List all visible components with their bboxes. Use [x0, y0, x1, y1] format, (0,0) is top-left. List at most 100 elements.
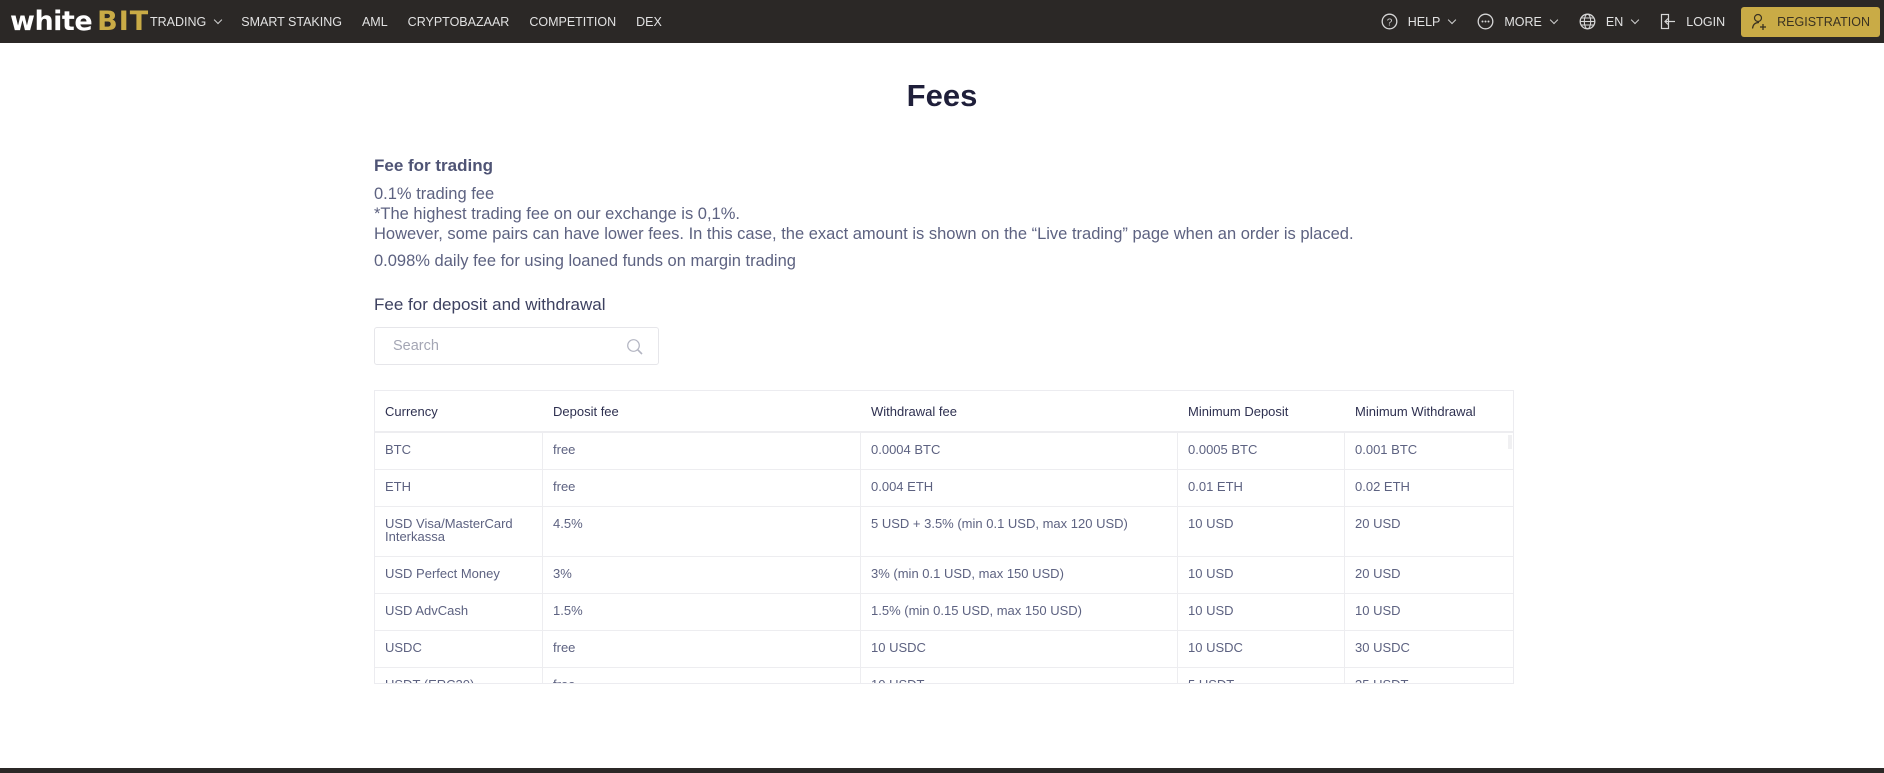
cell-minimum-withdrawal: 35 USDT [1345, 668, 1513, 683]
chevron-down-icon [1549, 15, 1559, 24]
search-input[interactable] [393, 338, 633, 354]
nav-competition[interactable]: COMPETITION [529, 15, 616, 29]
cell-deposit-fee: free [543, 668, 861, 683]
login-icon [1661, 13, 1676, 30]
cell-currency: USDT (ERC20) [375, 668, 543, 683]
whitebit-logo[interactable]: white BIT [10, 4, 149, 38]
deposit-withdrawal-heading: Fee for deposit and withdrawal [374, 295, 606, 314]
nav-dex[interactable]: DEX [636, 15, 662, 29]
more-label: MORE [1504, 14, 1542, 29]
search-icon[interactable] [626, 338, 644, 356]
table-row: USD Perfect Money 3% 3% (min 0.1 USD, ma… [375, 557, 1513, 594]
cell-minimum-deposit: 10 USD [1178, 507, 1345, 556]
table-header: Currency Deposit fee Withdrawal fee Mini… [375, 391, 1513, 433]
login-button[interactable]: LOGIN [1660, 13, 1725, 30]
cell-currency: USD AdvCash [375, 594, 543, 630]
nav-trading-label: TRADING [150, 14, 207, 29]
more-menu[interactable]: MORE [1477, 13, 1559, 30]
registration-label: REGISTRATION [1777, 14, 1870, 29]
cell-minimum-withdrawal: 20 USD [1355, 516, 1401, 531]
nav-trading[interactable]: TRADING [150, 14, 223, 29]
help-icon: ? [1381, 13, 1398, 30]
cell-minimum-deposit: 0.0005 BTC [1178, 433, 1345, 469]
cell-minimum-withdrawal: 0.02 ETH [1355, 479, 1410, 494]
cell-minimum-withdrawal: 10 USD [1355, 603, 1401, 618]
chevron-down-icon [1631, 15, 1640, 24]
cell-deposit-fee: 4.5% [543, 507, 861, 556]
cell-withdrawal-fee: 0.004 ETH [861, 470, 1178, 506]
fees-content: Fee for trading 0.1% trading fee *The hi… [374, 156, 1514, 315]
cell-deposit-fee: 3% [543, 557, 861, 593]
column-header-withdrawal-fee: Withdrawal fee [871, 403, 957, 419]
table-row: USD Visa/MasterCard Interkassa 4.5% 5 US… [375, 507, 1513, 557]
table-body: BTC free 0.0004 BTC 0.0005 BTC 0.001 BTC… [375, 433, 1513, 683]
trading-fee-heading: Fee for trading [374, 156, 494, 175]
table-scrollbar[interactable] [1508, 435, 1512, 449]
table-row: USDT (ERC20) free 10 USDT 5 USDT 35 USDT [375, 668, 1513, 683]
cell-withdrawal-fee: 10 USDC [861, 631, 1178, 667]
column-header-minimum-deposit: Minimum Deposit [1188, 403, 1289, 419]
chevron-down-icon [1448, 15, 1457, 24]
nav-aml-label: AML [361, 14, 388, 29]
cell-minimum-deposit: 5 USDT [1178, 668, 1345, 683]
language-label: EN [1605, 14, 1624, 29]
currency-search [374, 327, 659, 365]
fees-table: Currency Deposit fee Withdrawal fee Mini… [374, 390, 1514, 684]
help-menu[interactable]: ? HELP [1381, 13, 1457, 30]
table-row: USD AdvCash 1.5% 1.5% (min 0.15 USD, max… [375, 594, 1513, 631]
cell-withdrawal-fee: 0.0004 BTC [861, 433, 1178, 469]
cell-currency: ETH [375, 470, 543, 506]
nav-dex-label: DEX [636, 14, 662, 29]
help-label: HELP [1407, 14, 1441, 29]
cell-minimum-withdrawal: 0.001 BTC [1355, 442, 1418, 457]
nav-competition-label: COMPETITION [529, 14, 617, 29]
trading-fee-text: 0.1% trading fee [374, 185, 495, 203]
cell-withdrawal-fee: 3% (min 0.1 USD, max 150 USD) [861, 557, 1178, 593]
registration-button[interactable]: REGISTRATION [1741, 6, 1880, 37]
chevron-down-icon [214, 15, 223, 24]
footer-edge [0, 768, 1884, 773]
nav-smart-staking-label: SMART STAKING [241, 14, 342, 29]
cell-minimum-deposit: 10 USDC [1178, 631, 1345, 667]
nav-smart-staking[interactable]: SMART STAKING [241, 15, 342, 29]
cell-minimum-deposit: 10 USD [1178, 594, 1345, 630]
cell-withdrawal-fee: 10 USDT [861, 668, 1178, 683]
svg-text:?: ? [1386, 17, 1392, 28]
main-nav: TRADING SMART STAKING AML CRYPTOBAZAAR C… [150, 0, 682, 43]
cell-minimum-deposit: 0.01 ETH [1178, 470, 1345, 506]
cell-withdrawal-fee: 1.5% (min 0.15 USD, max 150 USD) [861, 594, 1178, 630]
trading-fee-note-detail: However, some pairs can have lower fees.… [374, 225, 1354, 243]
cell-deposit-fee: free [543, 631, 861, 667]
table-row: BTC free 0.0004 BTC 0.0005 BTC 0.001 BTC [375, 433, 1513, 470]
add-user-icon [1752, 13, 1767, 30]
cell-currency: USD Visa/MasterCard Interkassa [375, 507, 543, 556]
logo-text-accent: BIT [97, 5, 150, 37]
nav-aml[interactable]: AML [362, 15, 388, 29]
cell-currency: USD Perfect Money [375, 557, 543, 593]
trading-fee-note: *The highest trading fee on our exchange… [374, 205, 740, 223]
cell-minimum-deposit: 10 USD [1178, 557, 1345, 593]
column-header-minimum-withdrawal: Minimum Withdrawal [1355, 403, 1476, 419]
page-title: Fees [906, 78, 978, 113]
login-label: LOGIN [1686, 14, 1726, 29]
column-header-deposit-fee: Deposit fee [553, 403, 619, 419]
more-icon [1477, 13, 1494, 30]
cell-currency: BTC [375, 433, 543, 469]
table-row: USDC free 10 USDC 10 USDC 30 USDC [375, 631, 1513, 668]
cell-deposit-fee: free [543, 470, 861, 506]
globe-icon [1579, 13, 1596, 30]
top-navigation-bar: white BIT TRADING SMART STAKING AML CRYPT… [0, 0, 1884, 43]
margin-fee-text: 0.098% daily fee for using loaned funds … [374, 252, 796, 270]
cell-withdrawal-fee: 5 USD + 3.5% (min 0.1 USD, max 120 USD) [861, 507, 1178, 556]
nav-cryptobazaar[interactable]: CRYPTOBAZAAR [408, 15, 510, 29]
logo-text-white: white [10, 5, 93, 37]
table-row: ETH free 0.004 ETH 0.01 ETH 0.02 ETH [375, 470, 1513, 507]
cell-deposit-fee: free [543, 433, 861, 469]
nav-cryptobazaar-label: CRYPTOBAZAAR [407, 14, 510, 29]
language-selector[interactable]: EN [1579, 13, 1640, 30]
cell-minimum-withdrawal: 30 USDC [1355, 640, 1410, 655]
right-nav: ? HELP MORE EN LOGIN REGISTRATION [1381, 0, 1884, 43]
cell-deposit-fee: 1.5% [543, 594, 861, 630]
cell-minimum-withdrawal: 20 USD [1355, 566, 1401, 581]
column-header-currency: Currency [385, 403, 438, 419]
